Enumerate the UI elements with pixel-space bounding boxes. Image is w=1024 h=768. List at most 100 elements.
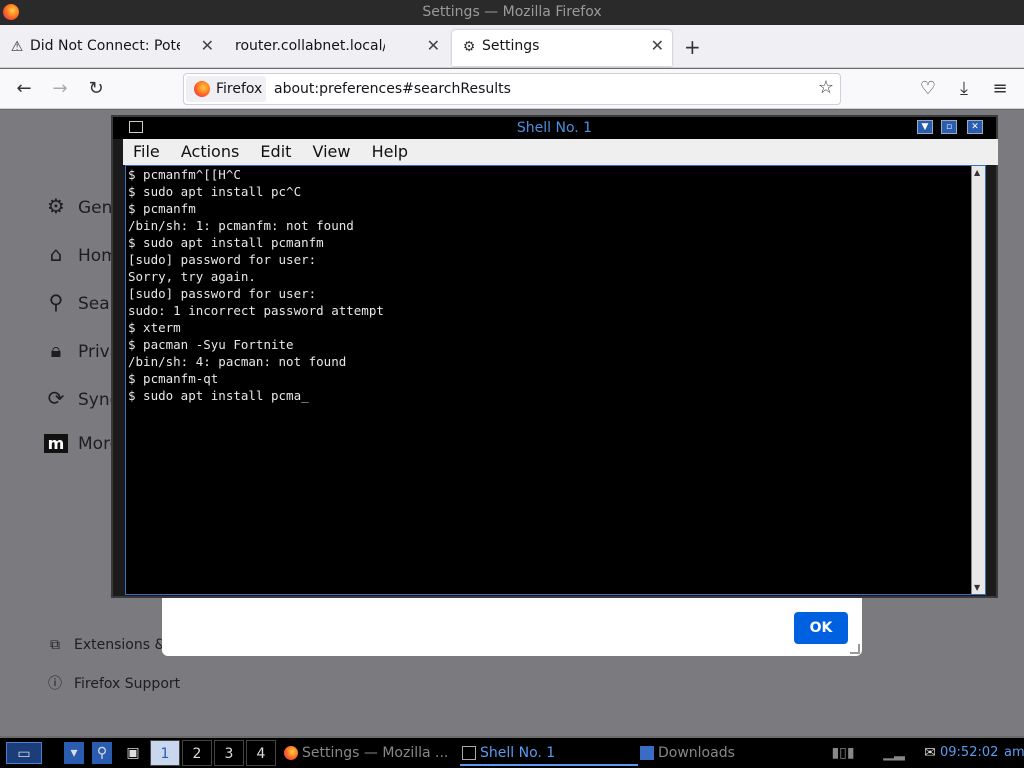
terminal-output[interactable]: $ pcmanfm^[[H^C $ sudo apt install pc^C $ … [128, 166, 970, 594]
sync-icon: ⟳ [47, 386, 65, 410]
firefox-icon[interactable] [3, 4, 19, 20]
terminal-line: $ xterm [128, 320, 181, 335]
menu-icon[interactable]: ≡ [988, 77, 1012, 101]
extensions-link[interactable]: ⧉ Extensions & [46, 637, 165, 653]
tab-label: router.collabnet.local/ [235, 38, 385, 54]
reload-icon[interactable]: ↻ [84, 77, 108, 101]
ok-button[interactable]: OK [794, 612, 848, 644]
window-title: Settings — Mozilla Firefox [422, 4, 602, 20]
new-tab-button[interactable]: + [684, 37, 701, 57]
menu-file[interactable]: File [127, 139, 166, 165]
terminal-window: Shell No. 1 ▼ ▫ ✕ File Actions Edit View… [111, 115, 998, 598]
task-firefox[interactable]: Settings — Mozilla ... [282, 740, 454, 766]
terminal-line: $ sudo apt install pcmanfm [128, 235, 324, 250]
terminal-icon[interactable] [129, 121, 143, 133]
bookmark-star-icon[interactable]: ☆ [818, 77, 834, 98]
resize-grip[interactable] [850, 644, 860, 654]
tab-router[interactable]: router.collabnet.local/ ✕ [226, 30, 448, 66]
sidebar-item-privacy[interactable]: 🔒︎ Priva [44, 338, 120, 362]
minimize-icon[interactable]: ▼ [917, 120, 933, 134]
sidebar-item-sync[interactable]: ⟳ Sync [44, 386, 119, 410]
tab-did-not-connect[interactable]: ⚠ Did Not Connect: Potenti ✕ [0, 30, 222, 66]
terminal-line: $ sudo apt install pc^C [128, 184, 302, 199]
cpu-monitor-icon: ▮▯▮ [831, 745, 855, 761]
lock-icon: 🔒︎ [50, 338, 62, 362]
firefox-icon [284, 746, 298, 760]
navigation-toolbar: ← → ↻ Firefox about:preferences#searchRe… [0, 69, 1024, 109]
url-bar[interactable]: Firefox about:preferences#searchResults … [183, 73, 841, 105]
tab-bar: ⚠ Did Not Connect: Potenti ✕ router.coll… [0, 25, 1024, 68]
window-list-icon[interactable]: ▾ [64, 742, 84, 764]
terminal-line: [sudo] password for user: [128, 286, 317, 301]
desktop: Settings — Mozilla Firefox ⚠ Did Not Con… [0, 0, 1024, 768]
mozilla-icon: m [44, 434, 68, 453]
tab-settings[interactable]: ⚙ Settings ✕ [452, 30, 672, 66]
sidebar-item-home[interactable]: ⌂ Hom [44, 242, 118, 266]
mail-icon[interactable]: ✉ [922, 742, 938, 764]
terminal-line: $ sudo apt install pcma_ [128, 388, 309, 403]
terminal-title: Shell No. 1 [516, 120, 593, 136]
gear-icon: ⚙ [47, 194, 65, 218]
terminal-line: $ pacman -Syu Fortnite [128, 337, 294, 352]
settings-dialog: OK [162, 596, 862, 656]
terminal-line: Sorry, try again. [128, 269, 256, 284]
forward-icon[interactable]: → [48, 77, 72, 101]
terminal-scrollbar[interactable]: ▲ ▼ [971, 166, 985, 594]
tab-label: Settings [482, 38, 540, 54]
menu-help[interactable]: Help [366, 139, 414, 165]
clock-ampm: am [1004, 745, 1024, 760]
terminal-line: $ pcmanfm [128, 201, 196, 216]
help-icon: ⓘ [48, 676, 62, 692]
gear-icon: ⚙ [462, 39, 476, 55]
firefox-titlebar: Settings — Mozilla Firefox [0, 0, 1024, 25]
scroll-down-icon[interactable]: ▼ [974, 583, 980, 592]
task-downloads[interactable]: Downloads [638, 740, 818, 766]
downloads-icon[interactable]: ⤓ [952, 77, 976, 101]
sidebar-item-general[interactable]: ⚙ Gen [44, 194, 112, 218]
maximize-icon[interactable]: ▫ [941, 120, 957, 134]
puzzle-icon: ⧉ [50, 637, 60, 653]
terminal-menubar: File Actions Edit View Help [123, 139, 998, 165]
sidebar-item-more[interactable]: m More [44, 434, 120, 454]
url-text[interactable]: about:preferences#searchResults [274, 74, 511, 104]
terminal-line: sudo: 1 incorrect password attempt [128, 303, 384, 318]
menu-edit[interactable]: Edit [254, 139, 297, 165]
close-tab-icon[interactable]: ✕ [651, 30, 664, 62]
task-shell[interactable]: Shell No. 1 [460, 740, 638, 766]
home-icon: ⌂ [49, 242, 63, 266]
workspace-4[interactable]: 4 [246, 740, 276, 766]
scroll-up-icon[interactable]: ▲ [974, 168, 980, 177]
sidebar-item-search[interactable]: ⚲ Sear [44, 290, 117, 314]
taskbar: ▭ ▾ ⚲ ▣ 1 2 3 4 Settings — Mozilla ... S… [0, 738, 1024, 768]
warning-icon: ⚠ [10, 39, 24, 55]
pocket-icon[interactable]: ♡ [916, 77, 940, 101]
terminal-titlebar[interactable]: Shell No. 1 ▼ ▫ ✕ [113, 117, 996, 139]
search-icon[interactable]: ⚲ [92, 742, 112, 764]
menu-actions[interactable]: Actions [175, 139, 245, 165]
workspace-2[interactable]: 2 [182, 740, 212, 766]
terminal-body[interactable]: $ pcmanfm^[[H^C $ sudo apt install pc^C $ … [125, 165, 986, 595]
terminal-line: /bin/sh: 4: pacman: not found [128, 354, 347, 369]
terminal-launcher-icon[interactable]: ▣ [122, 742, 144, 764]
identity-label: Firefox [216, 81, 263, 97]
close-tab-icon[interactable]: ✕ [427, 30, 440, 62]
close-tab-icon[interactable]: ✕ [201, 30, 214, 62]
close-icon[interactable]: ✕ [967, 120, 983, 134]
back-icon[interactable]: ← [12, 77, 36, 101]
workspace-3[interactable]: 3 [214, 740, 244, 766]
firefox-icon [194, 81, 210, 97]
terminal-line: $ pcmanfm-qt [128, 371, 219, 386]
start-menu-button[interactable]: ▭ [6, 742, 42, 764]
search-icon: ⚲ [48, 290, 64, 314]
folder-icon [640, 746, 654, 760]
firefox-support-link[interactable]: ⓘ Firefox Support [46, 673, 180, 693]
clock[interactable]: 09:52:02 [940, 740, 998, 766]
menu-view[interactable]: View [307, 139, 357, 165]
workspace-1[interactable]: 1 [150, 740, 180, 766]
terminal-line: [sudo] password for user: [128, 252, 317, 267]
tab-label: Did Not Connect: Potenti [30, 38, 180, 54]
terminal-line: /bin/sh: 1: pcmanfm: not found [128, 218, 354, 233]
network-monitor-icon: ▁▂ [883, 745, 905, 761]
identity-box[interactable]: Firefox [186, 76, 266, 102]
terminal-icon [462, 746, 476, 760]
